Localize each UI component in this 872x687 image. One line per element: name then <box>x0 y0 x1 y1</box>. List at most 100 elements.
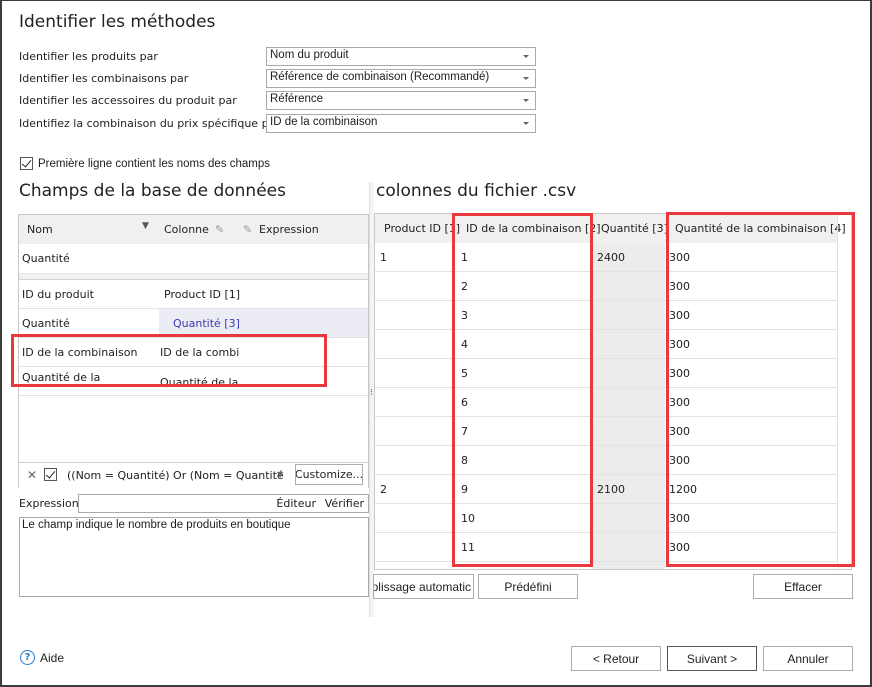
chevron-down-icon <box>523 122 529 125</box>
csv-cell-col4: 300 <box>669 338 690 351</box>
expression-input[interactable]: Éditeur Vérifier <box>78 494 369 513</box>
first-line-headers-checkbox[interactable] <box>20 157 33 170</box>
next-button[interactable]: Suivant > <box>667 646 757 671</box>
identify-specific-price-label: Identifiez la combinaison du prix spécif… <box>19 117 280 130</box>
identify-products-value: Nom du produit <box>270 49 349 61</box>
back-button[interactable]: < Retour <box>571 646 661 671</box>
csv-cell-col2: 4 <box>461 338 468 351</box>
csv-cell-col4: 300 <box>669 367 690 380</box>
identify-specific-price-select[interactable]: ID de la combinaison <box>266 114 536 133</box>
clear-filter-icon[interactable]: ✕ <box>27 468 37 482</box>
filter-enabled-checkbox[interactable] <box>44 468 57 481</box>
field-name: ID de la combinaison <box>22 346 138 359</box>
csv-cell-col2: 7 <box>461 425 468 438</box>
chevron-down-icon <box>523 55 529 58</box>
editor-link[interactable]: Éditeur <box>276 497 316 510</box>
field-column[interactable]: Quantité de la <box>160 376 238 389</box>
table-row[interactable]: 2 9 2100 1200 <box>375 475 837 504</box>
help-icon: ? <box>20 650 35 665</box>
field-description-textarea[interactable]: Le champ indique le nombre de produits e… <box>19 517 369 597</box>
csv-cell-col3: 2400 <box>597 251 625 264</box>
pencil-icon: ✎ <box>243 223 253 236</box>
predefined-button[interactable]: Prédéfini <box>478 574 578 599</box>
csv-cell-col4: 300 <box>669 425 690 438</box>
table-row[interactable]: 4 300 <box>375 330 837 359</box>
header-name[interactable]: Nom <box>27 223 53 236</box>
filter-dropdown-icon[interactable]: ▼ <box>277 470 283 479</box>
csv-cell-col2: 9 <box>461 483 468 496</box>
field-name: Quantité <box>22 317 70 330</box>
identify-products-select[interactable]: Nom du produit <box>266 47 536 66</box>
cancel-button[interactable]: Annuler <box>763 646 853 671</box>
csv-cell-col2: 6 <box>461 396 468 409</box>
csv-cell-col2: 2 <box>461 280 468 293</box>
header-column[interactable]: Colonne <box>164 223 209 236</box>
csv-cell-col4: 1200 <box>669 483 697 496</box>
csv-cell-col2: 8 <box>461 454 468 467</box>
db-fields-title: Champs de la base de données <box>19 181 286 201</box>
table-row[interactable]: ID du produit Product ID [1] <box>19 280 368 309</box>
help-link[interactable]: ? Aide <box>20 650 64 665</box>
csv-header: Product ID [1] ID de la combinaison [2] … <box>375 214 846 243</box>
expression-label: Expression <box>19 497 79 510</box>
csv-cell-col4: 300 <box>669 541 690 554</box>
table-row[interactable]: 1 1 2400 300 <box>375 243 837 272</box>
header-expression[interactable]: Expression <box>259 223 319 236</box>
first-line-headers-option[interactable]: Première ligne contient les noms des cha… <box>20 157 270 170</box>
customize-button[interactable]: Customize... <box>295 464 363 485</box>
csv-cell-col4: 300 <box>669 280 690 293</box>
splitter-grip-icon: ⁝ <box>370 388 373 398</box>
auto-filter-value[interactable]: Quantité <box>22 252 70 265</box>
identify-combinations-select[interactable]: Référence de combinaison (Recommandé) <box>266 69 536 88</box>
verify-link[interactable]: Vérifier <box>325 497 364 510</box>
db-fields-header: Nom ▼ Colonne ✎ ✎ Expression <box>19 215 368 244</box>
table-row[interactable]: 5 300 <box>375 359 837 388</box>
table-row[interactable]: Quantité de la Quantité de la <box>19 367 368 396</box>
auto-filter-row[interactable]: Quantité <box>19 244 368 274</box>
field-name: Quantité de la <box>22 371 101 384</box>
chevron-down-icon <box>523 99 529 102</box>
db-fields-grid: Nom ▼ Colonne ✎ ✎ Expression Quantité ID… <box>18 214 369 488</box>
identify-accessories-select[interactable]: Référence <box>266 91 536 110</box>
table-row[interactable]: 6 300 <box>375 388 837 417</box>
field-column[interactable]: ID de la combi <box>160 346 239 359</box>
csv-cell-col4: 300 <box>669 396 690 409</box>
csv-header-col4[interactable]: Quantité de la combinaison [4] <box>675 222 846 235</box>
autofill-button[interactable]: nplissage automatic <box>373 574 474 599</box>
table-row[interactable]: 10 300 <box>375 504 837 533</box>
csv-cell-col2: 11 <box>461 541 475 554</box>
csv-cell-col4: 300 <box>669 251 690 264</box>
identify-accessories-label: Identifier les accessoires du produit pa… <box>19 94 237 107</box>
pencil-icon: ✎ <box>215 223 225 236</box>
table-row[interactable]: Quantité Quantité [3] <box>19 309 368 338</box>
identify-products-label: Identifier les produits par <box>19 50 158 63</box>
table-row[interactable]: 2 300 <box>375 272 837 301</box>
identify-specific-price-value: ID de la combinaison <box>270 116 378 128</box>
identify-combinations-value: Référence de combinaison (Recommandé) <box>270 71 490 83</box>
csv-columns-title: colonnes du fichier .csv <box>376 181 577 201</box>
csv-cell-col2: 3 <box>461 309 468 322</box>
csv-cell-col1: 1 <box>380 251 387 264</box>
csv-header-col3[interactable]: Quantité [3] <box>601 222 668 235</box>
filter-icon[interactable]: ▼ <box>142 221 149 231</box>
csv-header-col2[interactable]: ID de la combinaison [2] <box>466 222 601 235</box>
table-row[interactable]: 7 300 <box>375 417 837 446</box>
clear-button[interactable]: Effacer <box>753 574 853 599</box>
csv-header-col1[interactable]: Product ID [1] <box>384 222 460 235</box>
identify-methods-title: Identifier les méthodes <box>19 12 216 32</box>
table-row[interactable]: ID de la combinaison ID de la combi <box>19 338 368 367</box>
field-column[interactable]: Quantité [3] <box>173 317 240 330</box>
csv-cell-col2: 10 <box>461 512 475 525</box>
chevron-down-icon <box>523 77 529 80</box>
csv-preview-grid: Product ID [1] ID de la combinaison [2] … <box>374 213 852 570</box>
field-column[interactable]: Product ID [1] <box>164 288 240 301</box>
filter-expression[interactable]: ((Nom = Quantité) Or (Nom = Quantité <box>67 469 284 482</box>
csv-cell-col4: 300 <box>669 309 690 322</box>
table-row[interactable]: 3 300 <box>375 301 837 330</box>
csv-cell-col3: 2100 <box>597 483 625 496</box>
field-name: ID du produit <box>22 288 94 301</box>
csv-cell-col4: 300 <box>669 454 690 467</box>
table-row[interactable]: 11 300 <box>375 533 837 562</box>
csv-cell-col4: 300 <box>669 512 690 525</box>
table-row[interactable]: 8 300 <box>375 446 837 475</box>
